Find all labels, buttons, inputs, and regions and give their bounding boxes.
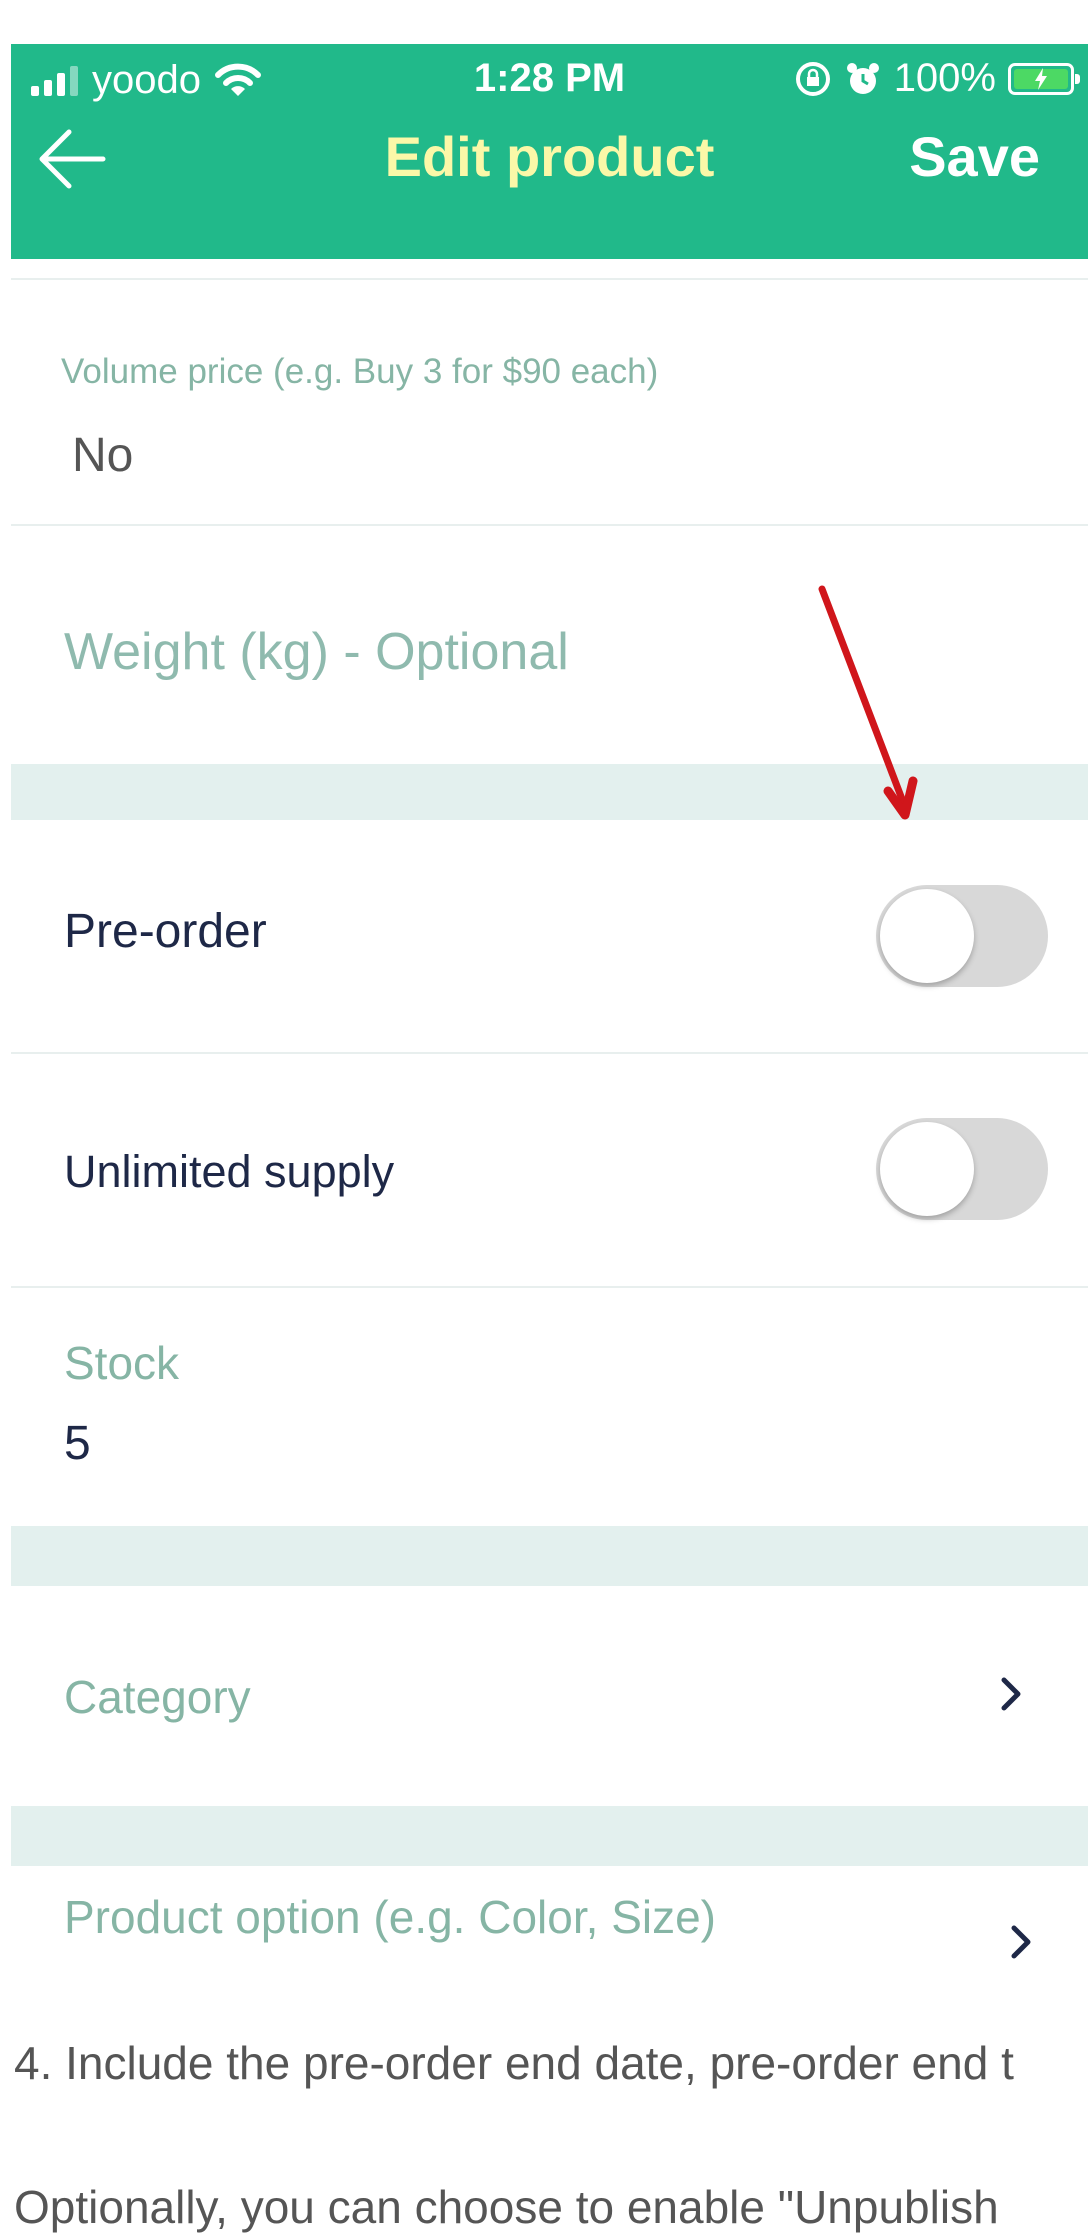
- rotation-lock-icon: [795, 61, 830, 96]
- stock-label: Stock: [64, 1337, 180, 1389]
- stock-field[interactable]: Stock 5: [11, 1288, 1088, 1526]
- article-note-text: Optionally, you can choose to enable "Un…: [14, 2181, 999, 2233]
- preorder-row: Pre-order: [11, 820, 1088, 1052]
- volume-price-field[interactable]: Volume price (e.g. Buy 3 for $90 each) N…: [11, 280, 1088, 524]
- product-option-value: No: [64, 1960, 125, 1964]
- category-row[interactable]: Category: [11, 1586, 1088, 1806]
- category-label: Category: [64, 1671, 251, 1723]
- chevron-right-icon: [1001, 1677, 1021, 1711]
- chevron-right-icon: [1011, 1925, 1031, 1959]
- unlimited-supply-toggle[interactable]: [876, 1118, 1048, 1220]
- battery-percent: 100%: [893, 56, 996, 100]
- annotation-arrow-icon: [818, 585, 918, 820]
- alarm-icon: [846, 62, 879, 94]
- section-gap: [11, 1526, 1088, 1586]
- phone-screenshot: yoodo 1:28 PM 100% Edit product Save Vol…: [11, 44, 1088, 1964]
- volume-price-label: Volume price (e.g. Buy 3 for $90 each): [61, 352, 659, 391]
- preorder-label: Pre-order: [64, 905, 267, 958]
- product-option-label: Product option (e.g. Color, Size): [64, 1891, 716, 1943]
- battery-icon: [1008, 62, 1080, 95]
- save-button[interactable]: Save: [909, 124, 1040, 189]
- unlimited-supply-label: Unlimited supply: [64, 1146, 395, 1197]
- volume-price-value: No: [72, 429, 134, 482]
- weight-placeholder: Weight (kg) - Optional: [64, 623, 569, 681]
- status-bar: yoodo 1:28 PM 100%: [11, 44, 1088, 116]
- stock-value: 5: [64, 1417, 91, 1470]
- unlimited-supply-row: Unlimited supply: [11, 1054, 1088, 1286]
- preorder-toggle[interactable]: [876, 885, 1048, 987]
- product-option-row[interactable]: Product option (e.g. Color, Size) No: [11, 1866, 1088, 1964]
- section-gap: [11, 1806, 1088, 1866]
- header-bar: yoodo 1:28 PM 100% Edit product Save: [11, 44, 1088, 259]
- article-step-text: 4. Include the pre-order end date, pre-o…: [14, 2037, 1014, 2089]
